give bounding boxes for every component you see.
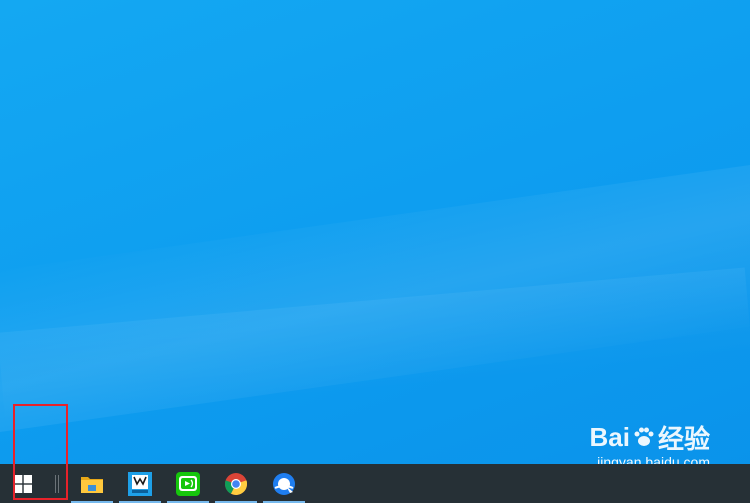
taskbar-app-file-explorer[interactable] (68, 464, 116, 503)
watermark-logo: Bai 经验 (589, 421, 710, 454)
taskbar-app-green[interactable] (164, 464, 212, 503)
task-view-divider[interactable] (46, 464, 68, 503)
green-app-icon (176, 471, 200, 496)
wallpaper-light-streak (0, 153, 750, 437)
taskbar-app-chrome[interactable] (212, 464, 260, 503)
watermark-logo-text: Bai (589, 421, 630, 452)
taskbar-app-blue-tile[interactable] (116, 464, 164, 503)
start-button[interactable] (0, 464, 46, 503)
paw-icon (632, 425, 656, 449)
folder-icon (81, 476, 103, 493)
taskbar-app-q[interactable] (260, 464, 308, 503)
taskbar (0, 464, 750, 503)
wallpaper-light-streak (0, 267, 750, 423)
chrome-icon (224, 472, 248, 495)
blue-tile-icon (128, 471, 152, 496)
watermark-logo-text: 经验 (657, 423, 710, 454)
desktop[interactable]: Bai 经验 jingyan.baidu.com (0, 0, 750, 503)
windows-logo-icon (14, 474, 32, 493)
baidu-jingyan-watermark: Bai 经验 jingyan.baidu.com (589, 421, 710, 471)
q-browser-icon (273, 472, 295, 495)
